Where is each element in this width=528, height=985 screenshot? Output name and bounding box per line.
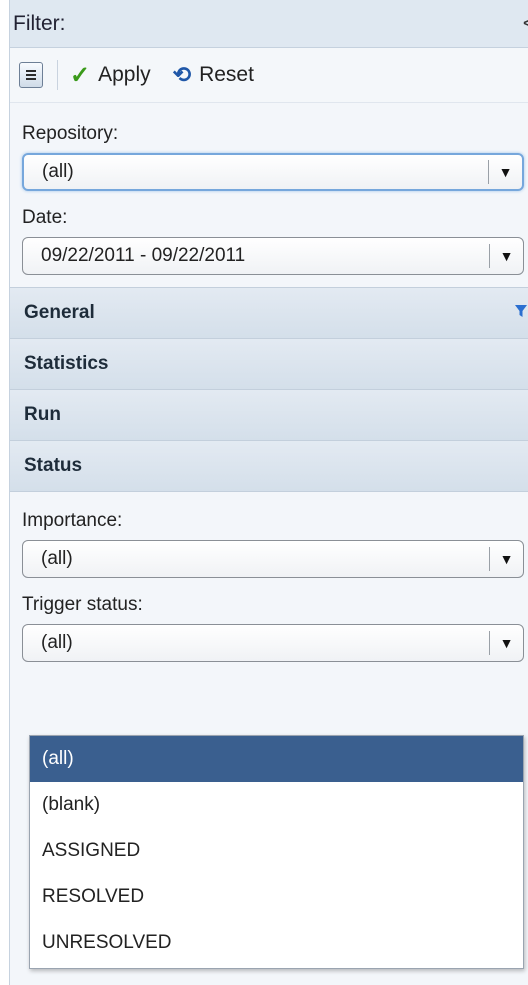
trigger-status-dropdown: (all) (blank) ASSIGNED RESOLVED UNRESOLV… (29, 735, 524, 969)
toolbar-divider (57, 60, 58, 90)
importance-value: (all) (41, 548, 73, 569)
section-statistics-label: Statistics (24, 353, 109, 374)
collapse-icon[interactable]: < (523, 12, 528, 36)
section-general-label: General (24, 302, 95, 323)
reset-label: Reset (199, 63, 254, 86)
filter-toolbar: ✓ Apply ⟲ Reset (10, 48, 528, 103)
chevron-down-icon[interactable]: ▼ (489, 164, 522, 180)
repository-select[interactable]: (all) ▼ (22, 153, 524, 191)
importance-label: Importance: (22, 510, 123, 531)
reset-icon: ⟲ (172, 62, 192, 87)
section-statistics[interactable]: Statistics (10, 338, 528, 390)
section-general[interactable]: General (10, 287, 528, 339)
trigger-status-value: (all) (41, 632, 73, 653)
trigger-status-select[interactable]: (all) ▼ (22, 624, 524, 662)
dropdown-option[interactable]: UNRESOLVED (30, 920, 523, 966)
filter-titlebar: Filter: < (10, 0, 528, 48)
funnel-icon-glyph (515, 304, 527, 317)
checkmark-icon: ✓ (70, 61, 91, 89)
filter-title: Filter: (13, 11, 66, 35)
date-select[interactable]: 09/22/2011 - 09/22/2011 ▼ (22, 237, 524, 275)
chevron-down-icon[interactable]: ▼ (490, 248, 523, 264)
list-menu-icon-glyph (26, 70, 36, 80)
dropdown-option[interactable]: (all) (30, 736, 523, 782)
repository-label: Repository: (22, 123, 119, 144)
dropdown-option[interactable]: RESOLVED (30, 874, 523, 920)
chevron-down-icon[interactable]: ▼ (490, 551, 523, 567)
date-value: 09/22/2011 - 09/22/2011 (41, 245, 246, 266)
importance-select[interactable]: (all) ▼ (22, 540, 524, 578)
section-status-label: Status (24, 455, 83, 476)
reset-button[interactable]: ⟲ Reset (173, 62, 254, 88)
apply-button[interactable]: ✓ Apply (70, 61, 151, 90)
section-status[interactable]: Status (10, 440, 528, 492)
apply-label: Apply (98, 63, 151, 86)
repository-value: (all) (42, 161, 74, 182)
section-run[interactable]: Run (10, 389, 528, 441)
trigger-status-label: Trigger status: (22, 594, 143, 615)
dropdown-option[interactable]: ASSIGNED (30, 828, 523, 874)
funnel-icon (515, 304, 527, 323)
section-run-label: Run (24, 404, 61, 425)
chevron-down-icon[interactable]: ▼ (490, 635, 523, 651)
list-menu-icon[interactable] (19, 62, 43, 88)
date-label: Date: (22, 207, 68, 228)
dropdown-option[interactable]: (blank) (30, 782, 523, 828)
